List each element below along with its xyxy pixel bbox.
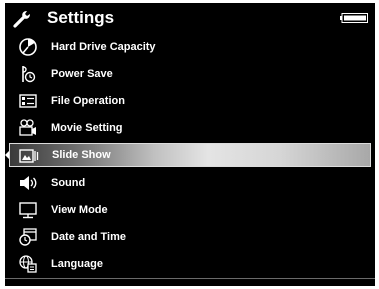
page-title: Settings xyxy=(47,8,115,27)
menu-item-label: Slide Show xyxy=(52,149,111,161)
menu-item-label: Sound xyxy=(51,177,86,189)
menu-item-view-mode[interactable]: View Mode xyxy=(5,197,375,223)
power-save-icon xyxy=(22,66,36,83)
wrench-icon xyxy=(13,11,30,28)
menu-item-label: Language xyxy=(51,258,103,270)
menu-item-hard-drive-capacity[interactable]: Hard Drive Capacity xyxy=(5,34,375,60)
menu-item-movie-setting[interactable]: Movie Setting xyxy=(5,115,375,141)
menu-item-language[interactable]: Language xyxy=(5,251,375,277)
slideshow-icon xyxy=(19,149,39,163)
menu-item-file-operation[interactable]: File Operation xyxy=(5,88,375,114)
menu-item-label: File Operation xyxy=(51,95,125,107)
menu-item-date-and-time[interactable]: Date and Time xyxy=(5,224,375,250)
file-operation-icon xyxy=(19,94,37,108)
clock-calendar-icon xyxy=(19,228,37,246)
header: Settings xyxy=(5,3,375,34)
footer-divider xyxy=(5,278,375,279)
speaker-icon xyxy=(20,176,37,190)
language-icon xyxy=(19,255,37,273)
menu-item-label: Date and Time xyxy=(51,231,126,243)
menu-item-slide-show[interactable]: Slide Show xyxy=(9,143,371,167)
menu-item-power-save[interactable]: Power Save xyxy=(5,61,375,87)
menu-item-label: Movie Setting xyxy=(51,122,123,134)
settings-screen: Settings Hard Drive Capacity Power Save … xyxy=(5,3,375,286)
menu-item-sound[interactable]: Sound xyxy=(5,170,375,196)
selected-row: Slide Show xyxy=(5,142,375,168)
menu-item-label: Power Save xyxy=(51,68,113,80)
battery-icon xyxy=(340,13,368,23)
menu-item-label: View Mode xyxy=(51,204,108,216)
pie-chart-icon xyxy=(19,38,37,56)
monitor-icon xyxy=(19,202,37,219)
menu-item-label: Hard Drive Capacity xyxy=(51,41,156,53)
movie-camera-icon xyxy=(19,119,36,136)
